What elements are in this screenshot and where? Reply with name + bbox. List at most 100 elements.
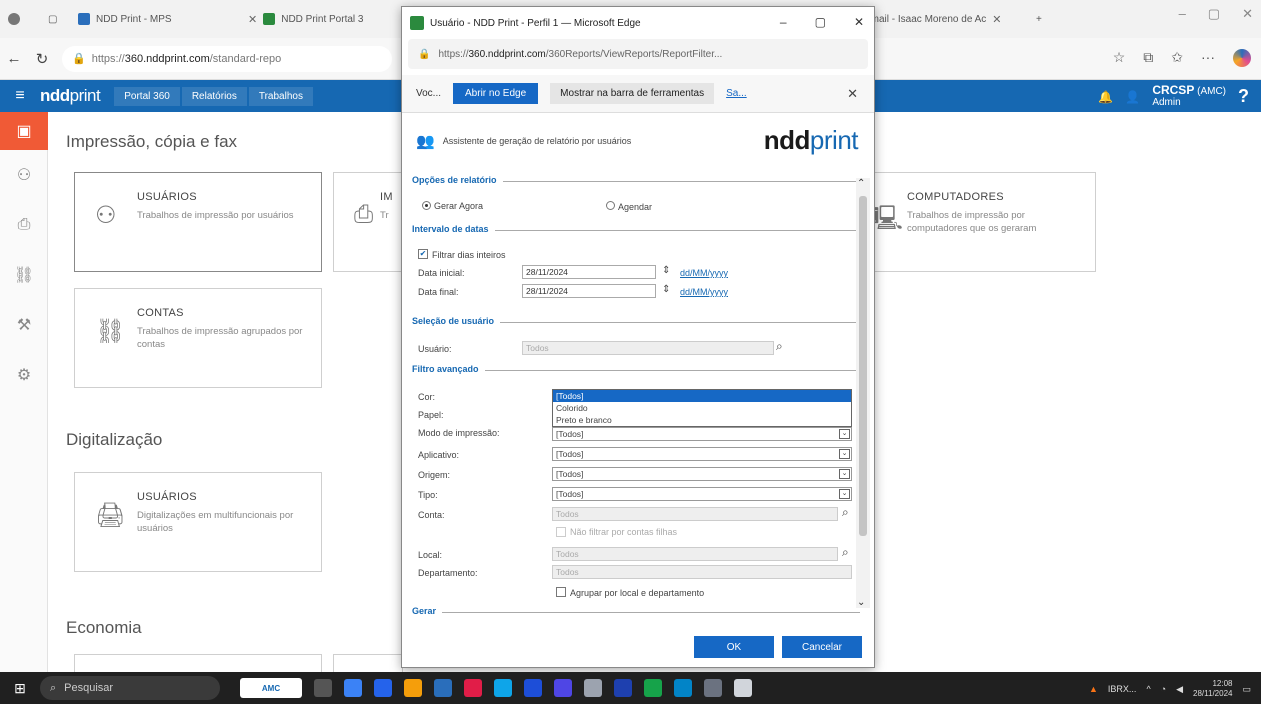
show-toolbar-button[interactable]: Mostrar na barra de ferramentas	[550, 83, 715, 104]
user-input[interactable]: Todos	[522, 341, 774, 355]
origin-select[interactable]: [Todos] ⌄	[552, 467, 852, 481]
excel-icon[interactable]	[644, 679, 662, 697]
card-users-print[interactable]: ⚇ USUÁRIOS Trabalhos de impressão por us…	[74, 172, 322, 272]
volume-icon[interactable]: ◀	[1176, 684, 1183, 695]
close-icon[interactable]: ✕	[248, 13, 257, 26]
search-icon[interactable]: ⌕	[842, 505, 849, 520]
popup-url-bar[interactable]: 🔒 https://360.nddprint.com/360Reports/Vi…	[408, 39, 868, 69]
hierarchy-nav-icon[interactable]: ⛓	[0, 250, 48, 300]
search-icon[interactable]: ⌕	[776, 339, 783, 354]
maximize-icon[interactable]: ▢	[815, 15, 826, 29]
ok-button[interactable]: OK	[694, 636, 774, 658]
color-option-all[interactable]: [Todos]	[553, 390, 851, 402]
outlook-icon[interactable]	[434, 679, 452, 697]
print-mode-select[interactable]: [Todos] ⌄	[552, 427, 852, 441]
cancel-button[interactable]: Cancelar	[782, 636, 862, 658]
radio-schedule[interactable]	[606, 201, 615, 210]
group-by-location-checkbox[interactable]	[556, 587, 566, 597]
app-icon[interactable]	[734, 679, 752, 697]
end-date-input[interactable]: 28/11/2024	[522, 284, 656, 298]
tray-chevron-icon[interactable]: ^	[1146, 684, 1150, 694]
task-view-icon[interactable]	[314, 679, 332, 697]
learn-more-link[interactable]: Sa...	[726, 88, 747, 99]
profile-icon[interactable]	[0, 6, 40, 32]
open-in-edge-button[interactable]: Abrir no Edge	[453, 83, 539, 104]
user-menu[interactable]: CRCSP (AMC) Admin	[1152, 84, 1226, 108]
breadcrumb-reports[interactable]: Relatórios	[181, 86, 247, 106]
explorer-icon[interactable]	[404, 679, 422, 697]
chrome-icon[interactable]	[674, 679, 692, 697]
amc-app[interactable]: AMC	[240, 678, 302, 698]
copilot-icon[interactable]	[1233, 49, 1251, 67]
close-icon[interactable]: ✕	[854, 15, 864, 29]
help-button[interactable]: ?	[1238, 86, 1249, 107]
maximize-icon[interactable]: ▢	[1208, 6, 1220, 22]
refresh-icon[interactable]: ↻	[28, 50, 56, 68]
tab-actions-icon[interactable]: ▢	[40, 6, 70, 32]
minimize-icon[interactable]: –	[780, 15, 787, 29]
close-infobar-icon[interactable]: ✕	[847, 86, 858, 102]
widgets-icon[interactable]	[344, 679, 362, 697]
breadcrumb-jobs[interactable]: Trabalhos	[248, 86, 313, 106]
favorite-star-icon[interactable]: ☆	[1113, 49, 1126, 67]
users-nav-icon[interactable]: ⚇	[0, 150, 48, 200]
start-date-input[interactable]: 28/11/2024	[522, 265, 656, 279]
card-computers[interactable]: 🖳 COMPUTADORES Trabalhos de impressão po…	[848, 172, 1096, 272]
app-icon[interactable]	[704, 679, 722, 697]
clock[interactable]: 12:08 28/11/2024	[1193, 679, 1232, 699]
type-select[interactable]: [Todos] ⌄	[552, 487, 852, 501]
wifi-icon[interactable]: ◔	[1161, 684, 1166, 694]
user-icon[interactable]: 👤	[1125, 90, 1140, 104]
close-window-icon[interactable]: ✕	[1242, 6, 1253, 22]
notification-bell-icon[interactable]: 🔔	[1098, 90, 1113, 104]
color-option-bw[interactable]: Preto e branco	[553, 414, 851, 426]
minimize-icon[interactable]: –	[1179, 6, 1186, 22]
taskbar-search[interactable]: ⌕ Pesquisar	[40, 676, 220, 700]
printer-nav-icon[interactable]: ⎙	[0, 200, 48, 250]
reports-nav-icon[interactable]: ▣	[0, 112, 48, 150]
stock-ticker[interactable]: IBRX...	[1108, 684, 1137, 694]
no-filter-child-checkbox[interactable]	[556, 527, 566, 537]
app-icon[interactable]	[554, 679, 572, 697]
url-field[interactable]: 🔒 https://360.nddprint.com/standard-repo	[62, 45, 392, 72]
app-icon[interactable]	[614, 679, 632, 697]
settings-nav-icon[interactable]: ⚙	[0, 350, 48, 400]
split-screen-icon[interactable]: ⧉	[1143, 49, 1153, 67]
teams-icon[interactable]	[524, 679, 542, 697]
edge-icon[interactable]	[494, 679, 512, 697]
app-logo[interactable]: nddprint	[40, 86, 101, 106]
app-select[interactable]: [Todos] ⌄	[552, 447, 852, 461]
calendar-spin-icon[interactable]: ⇕	[662, 265, 670, 276]
app-icon[interactable]	[464, 679, 482, 697]
tab-ndd-mps[interactable]: NDD Print - MPS	[70, 6, 240, 32]
card-accounts[interactable]: ⛓ CONTAS Trabalhos de impressão agrupado…	[74, 288, 322, 388]
card-printers[interactable]: ⎙ IM Tr	[333, 172, 403, 272]
back-icon[interactable]: ←	[0, 50, 28, 67]
radio-generate-now[interactable]	[422, 201, 431, 210]
more-icon[interactable]: ···	[1201, 49, 1215, 67]
group-by-label: Agrupar por local e departamento	[570, 588, 705, 598]
breadcrumb-portal[interactable]: Portal 360	[114, 86, 180, 106]
filter-full-days-checkbox[interactable]: ✔	[418, 249, 428, 259]
local-input[interactable]: Todos	[552, 547, 838, 561]
account-input[interactable]: Todos	[552, 507, 838, 521]
search-icon[interactable]: ⌕	[842, 545, 849, 560]
tab-ndd-portal[interactable]: ✕ NDD Print Portal 3	[240, 6, 368, 32]
tools-nav-icon[interactable]: ⚒	[0, 300, 48, 350]
settings-icon[interactable]	[584, 679, 602, 697]
start-icon[interactable]: ⊞	[0, 680, 40, 697]
department-input[interactable]: Todos	[552, 565, 852, 579]
card-users-scan[interactable]: 🖨 USUÁRIOS Digitalizações em multifuncio…	[74, 472, 322, 572]
menu-icon[interactable]: ≡	[0, 87, 40, 105]
favorites-icon[interactable]: ✩	[1171, 49, 1183, 67]
close-icon[interactable]: ✕	[992, 13, 1001, 26]
scroll-thumb[interactable]	[859, 196, 867, 536]
photos-icon[interactable]	[374, 679, 392, 697]
color-option-color[interactable]: Colorido	[553, 402, 851, 414]
calendar-spin-icon[interactable]: ⇕	[662, 284, 670, 295]
chevron-up-icon[interactable]: ⌃	[857, 178, 865, 189]
popup-scrollbar[interactable]: ⌃ ⌄	[856, 178, 870, 608]
chevron-down-icon[interactable]: ⌄	[857, 597, 865, 608]
notifications-icon[interactable]: ▭	[1242, 684, 1251, 695]
new-tab-button[interactable]: +	[1028, 6, 1050, 32]
